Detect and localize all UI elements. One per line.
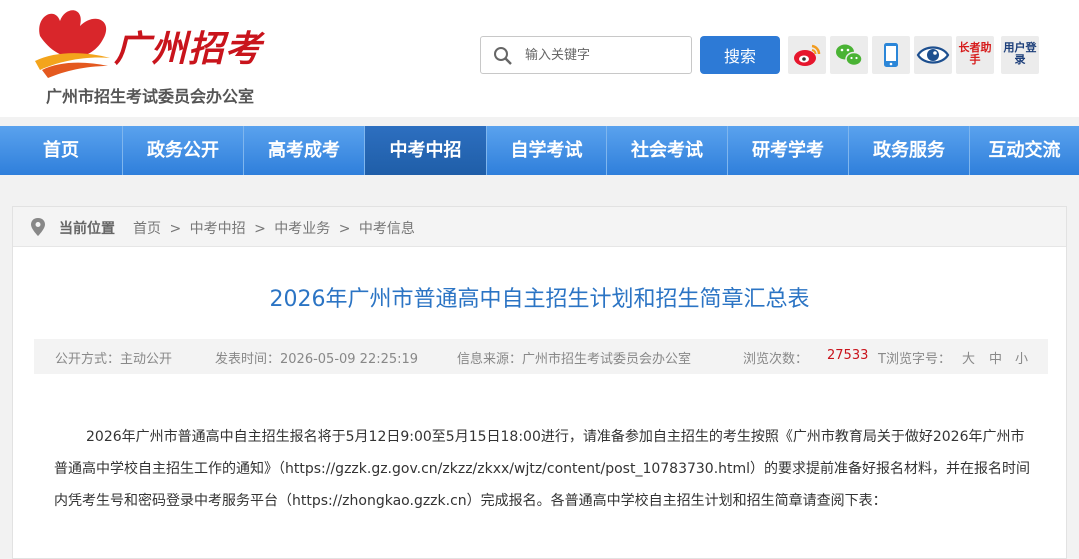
article-paragraph-text: 2026年广州市普通高中自主招生报名将于5月12日9:00至5月15日18:00… (54, 429, 1031, 509)
wechat-icon (836, 44, 863, 67)
breadcrumb-separator: > (338, 221, 351, 237)
nav-item-home[interactable]: 首页 (0, 126, 123, 175)
article-meta: 公开方式：主动公开 发表时间：2026-05-09 22:25:19 信息来源：… (34, 339, 1048, 374)
weibo-button[interactable] (788, 36, 826, 74)
breadcrumb-link-zhongkao-info[interactable]: 中考信息 (359, 221, 415, 237)
breadcrumb-trail: 首页 > 中考中招 > 中考业务 > 中考信息 (133, 218, 419, 238)
elder-assistant-button[interactable]: 长者助手 (956, 36, 994, 74)
eye-icon (916, 46, 950, 64)
breadcrumb-separator: > (254, 221, 266, 237)
meta-views-count: 27533 (827, 348, 869, 363)
breadcrumb: 当前位置 首页 > 中考中招 > 中考业务 > 中考信息 (13, 207, 1066, 247)
nav-item-graduate-exam[interactable]: 研考学考 (728, 126, 849, 175)
mobile-icon (884, 43, 898, 67)
breadcrumb-link-zhongkao-business[interactable]: 中考业务 (274, 221, 330, 237)
user-login-button[interactable]: 用户登录 (1001, 36, 1039, 74)
search-icon (494, 47, 512, 65)
search-box (480, 36, 692, 74)
breadcrumb-link-home[interactable]: 首页 (133, 221, 161, 237)
article-title: 2026年广州市普通高中自主招生计划和招生简章汇总表 (269, 287, 810, 312)
search-button[interactable]: 搜索 (700, 36, 780, 74)
nav-item-government-affairs[interactable]: 政务公开 (123, 126, 244, 175)
font-size-large[interactable]: 大 (962, 348, 975, 367)
user-login-icon: 用户登录 (1003, 41, 1037, 66)
meta-disclosure: 公开方式：主动公开 (55, 352, 173, 367)
breadcrumb-label: 当前位置 (59, 221, 115, 237)
nav-item-social-exam[interactable]: 社会考试 (607, 126, 728, 175)
tulip-logo-icon (35, 10, 110, 78)
nav-item-government-services[interactable]: 政务服务 (849, 126, 970, 175)
breadcrumb-separator: > (169, 221, 182, 237)
wechat-button[interactable] (830, 36, 868, 74)
search-input[interactable] (525, 43, 685, 67)
font-size-medium[interactable]: 中 (989, 348, 1002, 367)
logo-title: 广州招考 (114, 28, 263, 70)
nav-item-zhongkao[interactable]: 中考中招 (365, 126, 487, 175)
nav-item-self-study-exam[interactable]: 自学考试 (487, 126, 607, 175)
elder-assistant-icon: 长者助手 (958, 41, 992, 66)
content-panel: 当前位置 首页 > 中考中招 > 中考业务 > 中考信息 2026年广州市普通高… (12, 206, 1067, 559)
meta-views-label: 浏览次数： (743, 352, 809, 367)
meta-published-time: 发表时间：2026-05-09 22:25:19 (215, 352, 419, 367)
weibo-icon (794, 44, 821, 66)
breadcrumb-link-zhongkao[interactable]: 中考中招 (190, 221, 246, 237)
nav-item-gaokao[interactable]: 高考成考 (244, 126, 365, 175)
organization-name: 广州市招生考试委员会办公室 (46, 87, 255, 106)
font-size-small[interactable]: 小 (1015, 348, 1028, 367)
article-paragraph: 2026年广州市普通高中自主招生报名将于5月12日9:00至5月15日18:00… (54, 421, 1034, 517)
location-pin-icon (31, 218, 45, 236)
main-nav: 首页 政务公开 高考成考 中考中招 自学考试 社会考试 研考学考 政务服务 互动… (0, 126, 1079, 175)
mobile-button[interactable] (872, 36, 910, 74)
accessibility-button[interactable] (914, 36, 952, 74)
site-logo[interactable]: 广州招考 广州市招生考试委员会办公室 (30, 6, 270, 106)
page: 广州招考 广州市招生考试委员会办公室 搜索 (0, 0, 1079, 559)
nav-item-interaction[interactable]: 互动交流 (970, 126, 1079, 175)
meta-source: 信息来源：广州市招生考试委员会办公室 (457, 352, 692, 367)
site-header: 广州招考 广州市招生考试委员会办公室 搜索 (0, 0, 1079, 117)
meta-font-size-label: T浏览字号： (878, 352, 951, 367)
